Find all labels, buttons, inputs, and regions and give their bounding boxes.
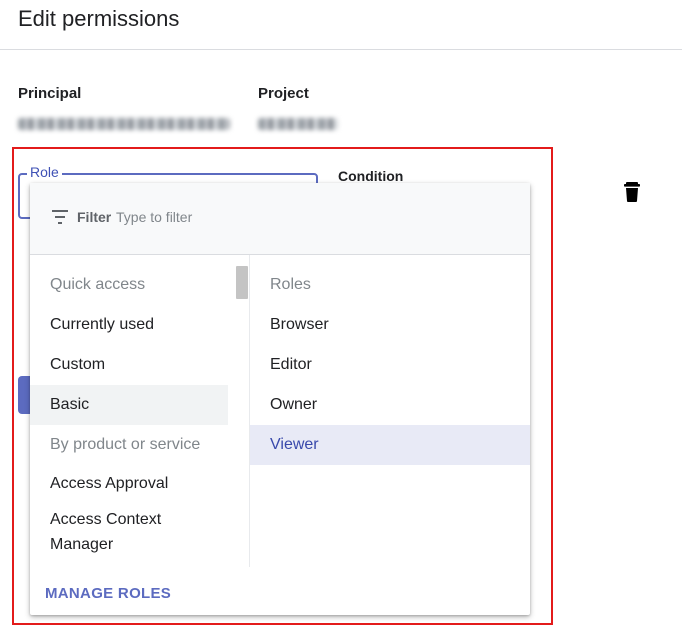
filter-input[interactable] (116, 207, 416, 227)
principal-value-redacted (18, 118, 230, 130)
category-option[interactable]: Access Approval (30, 464, 228, 504)
category-option[interactable]: Currently used (30, 305, 228, 345)
title-divider (0, 49, 682, 50)
list-header: Roles (270, 276, 311, 293)
role-option[interactable]: Browser (250, 305, 530, 345)
project-label: Project (258, 85, 309, 102)
manage-roles-button[interactable]: MANAGE ROLES (45, 585, 171, 602)
list-header: Quick access (50, 276, 146, 293)
condition-label: Condition (338, 168, 404, 184)
role-option[interactable]: Viewer (250, 425, 530, 465)
project-value-redacted (258, 118, 338, 130)
filter-label: Filter (77, 209, 112, 225)
filter-icon (52, 210, 70, 224)
trash-icon[interactable] (622, 181, 642, 203)
principal-label: Principal (18, 85, 82, 102)
list-header: By product or service (50, 436, 201, 453)
role-label: Role (27, 164, 62, 180)
category-option[interactable]: Access Context Manager (30, 505, 228, 561)
category-option[interactable]: Basic (30, 385, 228, 425)
roles-list: Roles Browser Editor Owner Viewer (250, 255, 530, 565)
list-scrollbar[interactable] (236, 266, 248, 299)
role-option[interactable]: Editor (250, 345, 530, 385)
filter-bar: Filter (30, 183, 530, 255)
role-dropdown: Filter Quick access Currently used Custo… (30, 183, 530, 615)
category-option[interactable]: Custom (30, 345, 228, 385)
role-option[interactable]: Owner (250, 385, 530, 425)
dialog-title: Edit permissions (18, 6, 180, 31)
category-list: Quick access Currently used Custom Basic… (30, 255, 249, 565)
